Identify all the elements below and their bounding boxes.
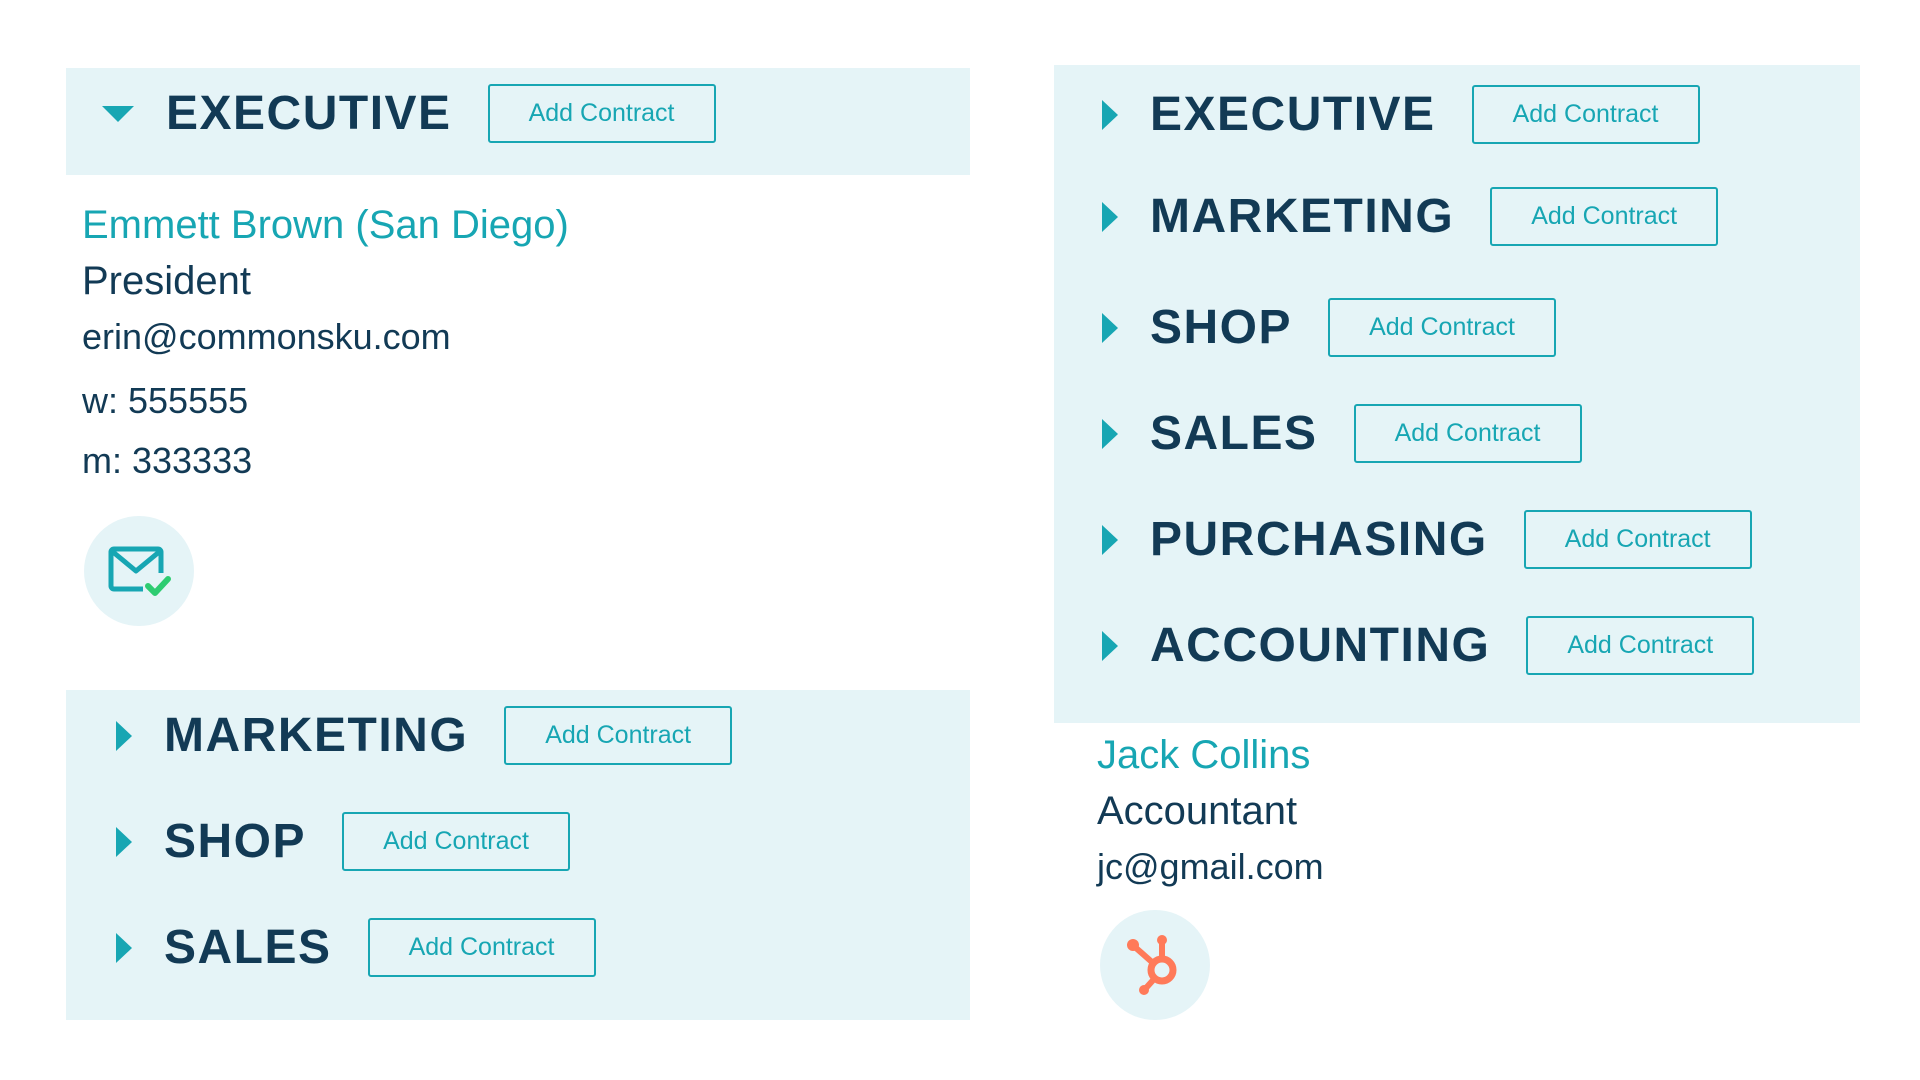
contact-title: President xyxy=(82,259,251,303)
chevron-right-icon[interactable] xyxy=(1102,524,1118,555)
contact-name[interactable]: Emmett Brown (San Diego) xyxy=(82,205,569,245)
chevron-right-icon[interactable] xyxy=(1102,201,1118,232)
add-contract-button-shop[interactable]: Add Contract xyxy=(342,812,571,871)
dept-row-purchasing[interactable]: PURCHASING Add Contract xyxy=(1096,510,1752,569)
dept-row-shop[interactable]: SHOP Add Contract xyxy=(110,812,571,871)
add-contract-button-accounting[interactable]: Add Contract xyxy=(1526,616,1755,675)
chevron-down-icon[interactable] xyxy=(102,105,134,122)
add-contract-button-marketing[interactable]: Add Contract xyxy=(1490,187,1719,246)
add-contract-button-marketing[interactable]: Add Contract xyxy=(504,706,733,765)
dept-label-sales: SALES xyxy=(164,920,332,974)
email-verified-icon xyxy=(108,546,171,599)
hubspot-icon xyxy=(1127,935,1177,995)
add-contract-button-purchasing[interactable]: Add Contract xyxy=(1523,510,1752,569)
executive-header-panel: EXECUTIVE Add Contract xyxy=(66,68,970,175)
chevron-right-icon[interactable] xyxy=(1102,99,1118,130)
chevron-right-icon[interactable] xyxy=(116,826,132,857)
dept-row-shop[interactable]: SHOP Add Contract xyxy=(1096,298,1557,357)
dept-label-sales: SALES xyxy=(1150,406,1318,460)
contact-title: Accountant xyxy=(1097,789,1298,833)
email-verified-button[interactable] xyxy=(84,516,194,626)
hubspot-button[interactable] xyxy=(1100,910,1210,1020)
dept-label-shop: SHOP xyxy=(164,814,307,868)
chevron-right-icon[interactable] xyxy=(116,932,132,963)
add-contract-button-sales[interactable]: Add Contract xyxy=(367,918,596,977)
dept-label-marketing: MARKETING xyxy=(164,708,469,762)
dept-label-marketing: MARKETING xyxy=(1150,189,1455,243)
left-departments-panel: MARKETING Add Contract SHOP Add Contract… xyxy=(66,690,970,1020)
add-contract-button-sales[interactable]: Add Contract xyxy=(1353,404,1582,463)
contact-mobile-phone: m: 333333 xyxy=(82,440,253,481)
add-contract-button-executive[interactable]: Add Contract xyxy=(487,84,716,143)
dept-label-executive: EXECUTIVE xyxy=(1150,87,1436,141)
right-departments-panel: EXECUTIVE Add Contract MARKETING Add Con… xyxy=(1054,65,1860,723)
contact-card-emmett: Emmett Brown (San Diego) President erin@… xyxy=(82,205,942,625)
chevron-right-icon[interactable] xyxy=(1102,630,1118,661)
dept-row-accounting[interactable]: ACCOUNTING Add Contract xyxy=(1096,616,1755,675)
dept-label-executive: EXECUTIVE xyxy=(166,86,452,140)
contact-email: jc@gmail.com xyxy=(1097,846,1324,887)
dept-row-marketing[interactable]: MARKETING Add Contract xyxy=(1096,187,1719,246)
dept-label-accounting: ACCOUNTING xyxy=(1150,618,1491,672)
contact-name[interactable]: Jack Collins xyxy=(1097,735,1310,775)
chevron-right-icon[interactable] xyxy=(116,720,132,751)
contact-work-phone: w: 555555 xyxy=(82,380,249,421)
dept-label-purchasing: PURCHASING xyxy=(1150,512,1488,566)
contact-email: erin@commonsku.com xyxy=(82,316,451,357)
dept-row-executive[interactable]: EXECUTIVE Add Contract xyxy=(102,84,716,143)
dept-label-shop: SHOP xyxy=(1150,300,1293,354)
add-contract-button-executive[interactable]: Add Contract xyxy=(1471,85,1700,144)
contact-card-jack: Jack Collins Accountant jc@gmail.com xyxy=(1097,735,1797,885)
chevron-right-icon[interactable] xyxy=(1102,312,1118,343)
dept-row-executive[interactable]: EXECUTIVE Add Contract xyxy=(1096,85,1700,144)
dept-row-sales[interactable]: SALES Add Contract xyxy=(110,918,596,977)
chevron-right-icon[interactable] xyxy=(1102,418,1118,449)
dept-row-sales[interactable]: SALES Add Contract xyxy=(1096,404,1582,463)
add-contract-button-shop[interactable]: Add Contract xyxy=(1328,298,1557,357)
dept-row-marketing[interactable]: MARKETING Add Contract xyxy=(110,706,733,765)
